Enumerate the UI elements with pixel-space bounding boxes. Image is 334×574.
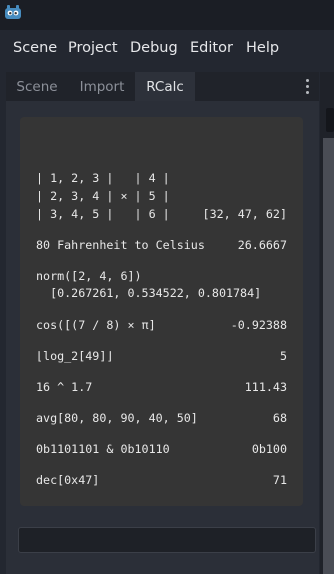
menu-editor[interactable]: Editor: [190, 40, 233, 56]
output-result: 0b100: [251, 442, 287, 456]
kebab-menu-icon[interactable]: [304, 79, 310, 95]
output-expr: | 2, 3, 4 | × | 5 |: [36, 189, 170, 203]
output-result: [0.267261, 0.534522, 0.801784]: [36, 286, 262, 300]
tab-rcalc[interactable]: RCalc: [135, 72, 195, 101]
dock-tab-bar: Scene Import RCalc: [6, 72, 319, 101]
menu-bar: Scene Project Debug Editor Help: [0, 30, 334, 68]
viewport-toolbar: [326, 108, 334, 132]
menu-project[interactable]: Project: [68, 40, 118, 56]
menu-debug[interactable]: Debug: [130, 40, 178, 56]
output-expr: norm([2, 4, 6]): [36, 269, 142, 283]
title-bar: [0, 0, 334, 30]
output-expr: | 1, 2, 3 | | 4 |: [36, 171, 170, 185]
output-expr: cos([(7 / 8) × π]: [36, 318, 156, 332]
output-result: 111.43: [244, 380, 287, 394]
output-result: 71: [272, 473, 287, 487]
calc-output-panel: | 1, 2, 3 | | 4 | | 2, 3, 4 | × | 5 | | …: [20, 117, 303, 506]
output-expr: 16 ^ 1.7: [36, 380, 93, 394]
output-expr: dec[0x47]: [36, 473, 100, 487]
tab-import[interactable]: Import: [70, 72, 134, 101]
output-result: 68: [272, 411, 287, 425]
menu-scene[interactable]: Scene: [13, 40, 57, 56]
scene-dock: Scene Import RCalc | 1, 2, 3 | | 4 | | 2…: [6, 72, 319, 574]
calc-input-field[interactable]: [18, 527, 316, 553]
menu-help[interactable]: Help: [246, 40, 279, 56]
godot-logo-icon: [5, 5, 21, 19]
output-expr: | 3, 4, 5 | | 6 |: [36, 207, 170, 221]
viewport[interactable]: [323, 138, 334, 574]
tab-scene[interactable]: Scene: [6, 72, 68, 101]
output-result: 5: [279, 349, 287, 363]
output-expr: ⌊log_2[49]⌋: [36, 349, 114, 363]
output-result: 26.6667: [237, 238, 287, 252]
output-expr: 80 Fahrenheit to Celsius: [36, 238, 205, 252]
output-result: [32, 47, 62]: [202, 207, 287, 221]
output-expr: avg[80, 80, 90, 40, 50]: [36, 411, 198, 425]
output-expr: 0b1101101 & 0b10110: [36, 442, 170, 456]
output-result: -0.92388: [230, 318, 287, 332]
